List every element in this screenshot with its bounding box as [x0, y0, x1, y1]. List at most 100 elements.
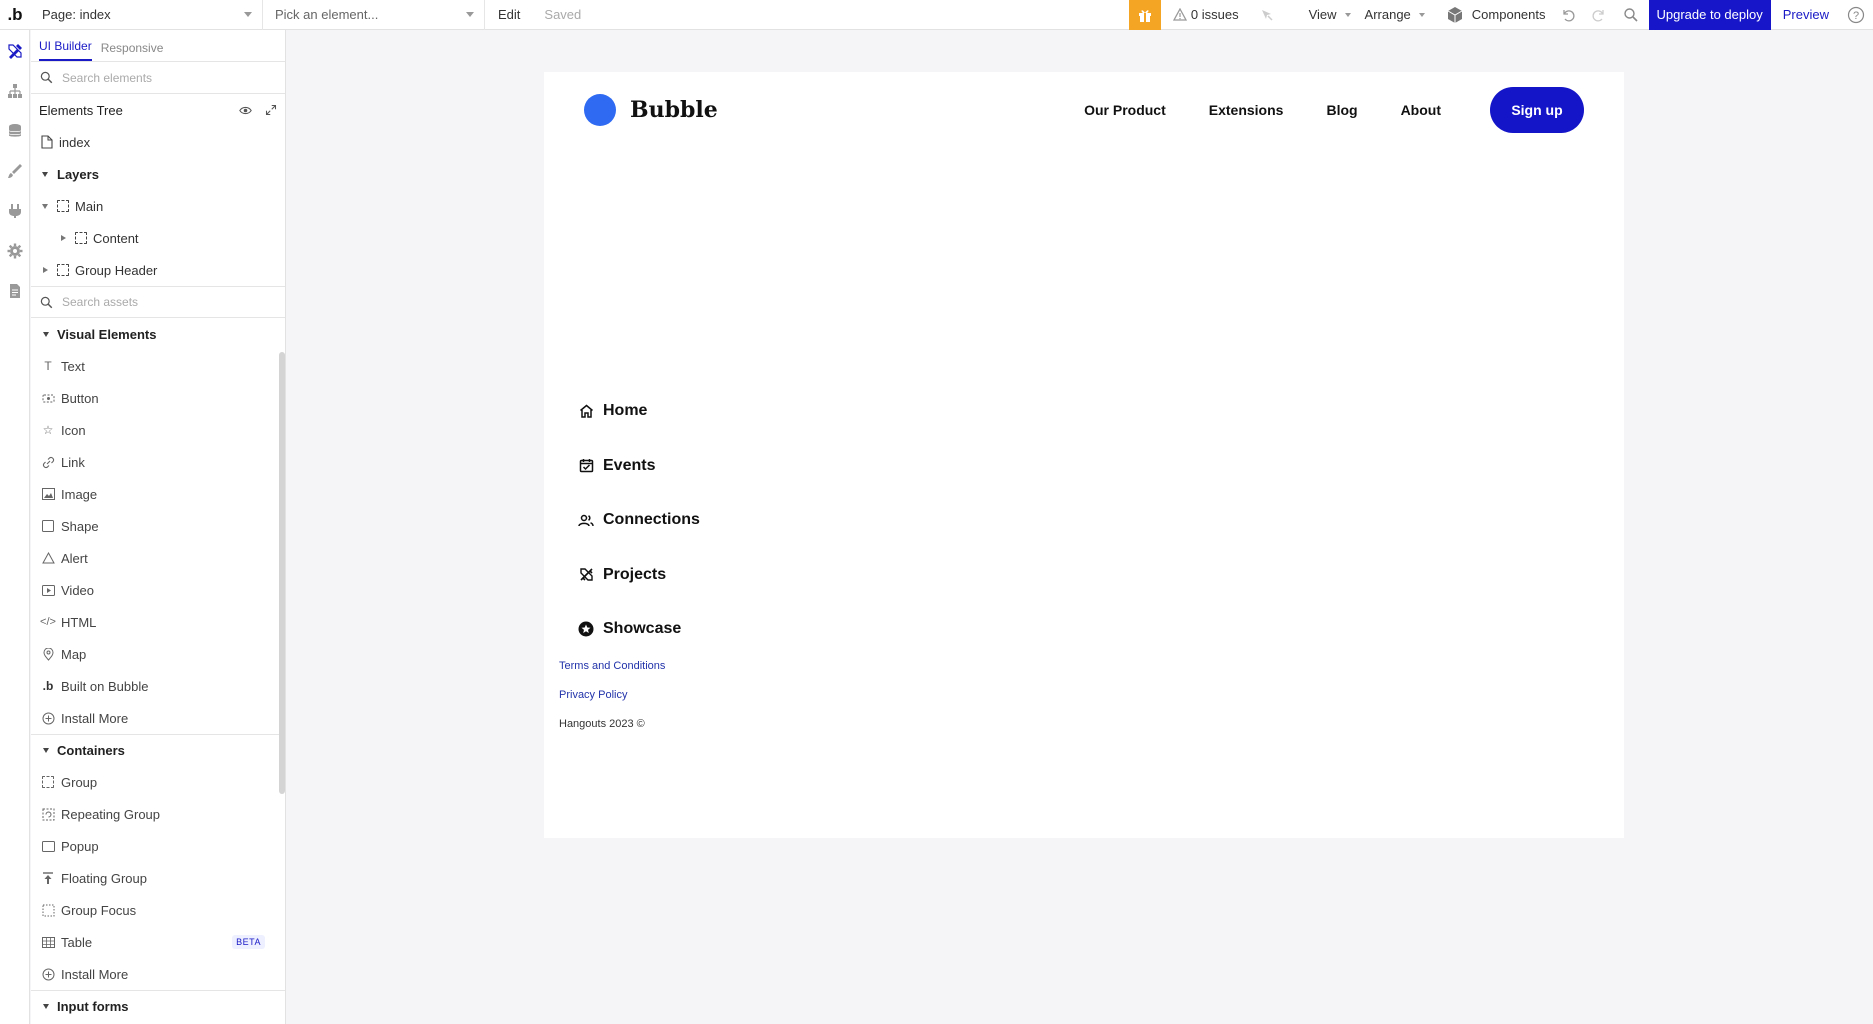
element-label: Built on Bubble — [61, 678, 149, 694]
popup-icon — [40, 838, 56, 854]
element-label: Group Focus — [61, 902, 137, 918]
sidenav-connections[interactable]: Connections — [578, 493, 700, 548]
element-table[interactable]: Table BETA — [31, 926, 285, 958]
element-group[interactable]: Group — [31, 766, 285, 798]
preview-button[interactable]: Preview — [1783, 7, 1829, 22]
view-menu[interactable]: View — [1309, 7, 1351, 22]
upgrade-button[interactable]: Upgrade to deploy — [1648, 0, 1771, 30]
beta-badge: BETA — [232, 935, 265, 949]
header-brand[interactable]: Bubble — [584, 94, 718, 126]
elements-panel: UI Builder Responsive Search elements El… — [31, 30, 286, 1024]
containers-title: Containers — [57, 743, 125, 758]
inspect-icon[interactable] — [1259, 7, 1275, 23]
undo-icon[interactable] — [1560, 7, 1576, 23]
workflow-tab-icon[interactable] — [7, 83, 23, 99]
search-elements-field[interactable]: Search elements — [31, 62, 285, 94]
element-popup[interactable]: Popup — [31, 830, 285, 862]
issues-indicator[interactable]: 0 issues — [1172, 7, 1239, 22]
element-label: HTML — [61, 614, 97, 630]
caret-down-icon — [43, 1004, 49, 1009]
edit-menu[interactable]: Edit — [498, 7, 520, 22]
search-icon[interactable] — [1623, 7, 1639, 23]
left-icon-rail — [0, 30, 30, 1024]
element-image[interactable]: Image — [31, 478, 285, 510]
element-label: Link — [61, 454, 85, 470]
panel-scrollbar[interactable] — [279, 352, 285, 794]
chevron-down-icon — [1418, 12, 1425, 17]
element-shape[interactable]: Shape — [31, 510, 285, 542]
brand-logo-icon — [584, 94, 616, 126]
containers-header[interactable]: Containers — [31, 734, 285, 766]
page-selector[interactable]: Page: index — [30, 0, 263, 30]
input-forms-header[interactable]: Input forms — [31, 990, 285, 1022]
tab-ui-builder[interactable]: UI Builder — [39, 39, 92, 61]
eye-icon[interactable] — [239, 104, 252, 117]
plugins-tab-icon[interactable] — [7, 203, 23, 219]
expand-icon[interactable] — [265, 104, 277, 116]
copyright-text: Hangouts 2023 © — [559, 717, 645, 730]
element-picker[interactable]: Pick an element... — [263, 0, 485, 30]
signup-button[interactable]: Sign up — [1490, 87, 1584, 133]
page-canvas[interactable]: Bubble Our Product Extensions Blog About… — [544, 72, 1624, 838]
tree-item-content[interactable]: Content — [31, 222, 285, 254]
element-install-more[interactable]: Install More — [31, 702, 285, 734]
element-repeating-group[interactable]: Repeating Group — [31, 798, 285, 830]
element-install-more[interactable]: Install More — [31, 958, 285, 990]
sidenav-events[interactable]: Events — [578, 439, 700, 494]
warning-icon — [40, 550, 56, 566]
redo-icon[interactable] — [1591, 7, 1607, 23]
nav-extensions[interactable]: Extensions — [1209, 102, 1284, 118]
element-html[interactable]: </> HTML — [31, 606, 285, 638]
components-button[interactable]: Components — [1446, 6, 1546, 24]
sidenav-home[interactable]: Home — [578, 384, 700, 439]
tab-responsive[interactable]: Responsive — [101, 41, 164, 61]
tree-item-group-header[interactable]: Group Header — [31, 254, 285, 286]
element-map[interactable]: Map — [31, 638, 285, 670]
data-tab-icon[interactable] — [7, 123, 23, 139]
bubble-logo[interactable]: .b — [0, 0, 30, 30]
sidenav-projects[interactable]: Projects — [578, 548, 700, 603]
bubble-logo-icon: .b — [42, 679, 54, 693]
logs-tab-icon[interactable] — [7, 283, 23, 299]
element-label: Shape — [61, 518, 99, 534]
tree-item-main[interactable]: Main — [31, 190, 285, 222]
design-tab-icon[interactable] — [7, 43, 23, 59]
nav-our-product[interactable]: Our Product — [1084, 102, 1166, 118]
help-icon[interactable]: ? — [1847, 6, 1865, 24]
element-built-on-bubble[interactable]: .b Built on Bubble — [31, 670, 285, 702]
element-button[interactable]: Button — [31, 382, 285, 414]
sidenav-showcase[interactable]: Showcase — [578, 602, 700, 657]
element-text[interactable]: T Text — [31, 350, 285, 382]
elements-tree-header: Elements Tree — [31, 94, 285, 126]
nav-blog[interactable]: Blog — [1326, 102, 1357, 118]
element-link[interactable]: Link — [31, 446, 285, 478]
element-video[interactable]: Video — [31, 574, 285, 606]
group-icon — [40, 774, 56, 790]
caret-right-icon — [43, 267, 48, 273]
header-nav: Our Product Extensions Blog About Sign u… — [1084, 87, 1584, 133]
styles-tab-icon[interactable] — [7, 163, 23, 179]
tree-item-layers[interactable]: Layers — [31, 158, 285, 190]
tree-item-index[interactable]: index — [31, 126, 285, 158]
group-icon — [57, 264, 69, 276]
search-assets-placeholder: Search assets — [62, 295, 139, 309]
element-alert[interactable]: Alert — [31, 542, 285, 574]
sidenav-label: Events — [603, 456, 656, 474]
element-floating-group[interactable]: Floating Group — [31, 862, 285, 894]
tree-item-label: Main — [75, 198, 104, 214]
element-label: Group — [61, 774, 98, 790]
gift-button[interactable] — [1128, 0, 1161, 30]
settings-tab-icon[interactable] — [7, 243, 23, 259]
issues-count: 0 issues — [1190, 7, 1239, 22]
arrange-label: Arrange — [1364, 7, 1411, 22]
visual-elements-header[interactable]: Visual Elements — [31, 318, 285, 350]
terms-link[interactable]: Terms and Conditions — [559, 660, 665, 672]
element-label: Image — [61, 486, 98, 502]
element-group-focus[interactable]: Group Focus — [31, 894, 285, 926]
caret-down-icon — [42, 203, 48, 209]
nav-about[interactable]: About — [1401, 102, 1441, 118]
arrange-menu[interactable]: Arrange — [1365, 7, 1425, 22]
privacy-link[interactable]: Privacy Policy — [559, 689, 627, 701]
search-assets-field[interactable]: Search assets — [31, 286, 285, 318]
element-icon[interactable]: ☆ Icon — [31, 414, 285, 446]
